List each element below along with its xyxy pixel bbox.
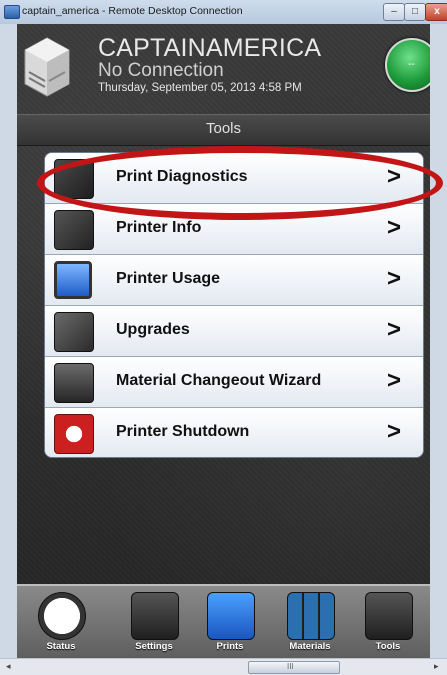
- menu-item-label: Material Changeout Wizard: [116, 372, 322, 389]
- section-title: Tools: [205, 120, 242, 137]
- printer-name: CAPTAINAMERICA: [98, 34, 322, 62]
- window-frame-right: [430, 24, 447, 658]
- menu-item-label: Upgrades: [116, 321, 190, 338]
- sliders-icon: [131, 592, 179, 640]
- minimize-button[interactable]: –: [383, 3, 405, 21]
- printer-logo-icon: [24, 37, 70, 97]
- monitor-icon: [54, 261, 92, 299]
- remote-desktop-icon: [4, 5, 20, 19]
- toolbar-label: Materials: [289, 641, 331, 652]
- date-time: Thursday, September 05, 2013 4:58 PM: [98, 82, 302, 94]
- toolbar-tools-button[interactable]: Tools: [357, 592, 419, 654]
- menu-item-printer-shutdown[interactable]: Printer Shutdown >: [45, 408, 423, 457]
- menu-item-material-changeout-wizard[interactable]: Material Changeout Wizard >: [45, 357, 423, 408]
- toolbar-label: Tools: [375, 641, 401, 652]
- close-button[interactable]: x: [425, 3, 447, 21]
- toolbar-materials-button[interactable]: Materials: [279, 592, 341, 654]
- app-header: CAPTAINAMERICA No Connection Thursday, S…: [17, 24, 430, 116]
- toolbar-label: Settings: [135, 641, 173, 652]
- maximize-button[interactable]: □: [404, 3, 426, 21]
- status-light-icon[interactable]: --: [385, 38, 430, 92]
- status-light-label: --: [408, 59, 415, 70]
- document-icon: [207, 592, 255, 640]
- section-header: Tools: [17, 114, 430, 146]
- chevron-right-icon: >: [386, 316, 401, 343]
- menu-item-label: Printer Shutdown: [116, 423, 250, 440]
- chevron-right-icon: >: [386, 214, 401, 241]
- bottom-toolbar: Status Settings Prints Materials Tools: [17, 584, 430, 658]
- window-frame-left: [0, 24, 17, 658]
- window-title: captain_america - Remote Desktop Connect…: [22, 5, 243, 17]
- toolbar-label: Prints: [216, 641, 244, 652]
- scrollbar-grip: III: [287, 662, 294, 671]
- material-cartridge-icon: [54, 363, 94, 403]
- menu-item-label: Printer Info: [116, 219, 202, 236]
- toolbar-prints-button[interactable]: Prints: [199, 592, 261, 654]
- horizontal-scrollbar[interactable]: ◂ III ▸: [0, 658, 447, 675]
- toolbar-label: Status: [46, 641, 76, 652]
- chevron-right-icon: >: [386, 367, 401, 394]
- menu-item-label: Printer Usage: [116, 270, 221, 287]
- menu-item-upgrades[interactable]: Upgrades >: [45, 306, 423, 357]
- annotation-ellipse: [37, 146, 443, 220]
- scrollbar-thumb[interactable]: III: [248, 661, 340, 674]
- cartridges-icon: [287, 592, 335, 640]
- tools-icon: [365, 592, 413, 640]
- menu-item-printer-usage[interactable]: Printer Usage >: [45, 255, 423, 306]
- toolbar-settings-button[interactable]: Settings: [123, 592, 185, 654]
- scroll-left-icon[interactable]: ◂: [6, 661, 11, 672]
- chevron-right-icon: >: [386, 265, 401, 292]
- connection-status: No Connection: [98, 60, 224, 81]
- toolbar-status-button[interactable]: Status: [30, 592, 92, 654]
- clock-icon: [38, 592, 86, 640]
- chevron-right-icon: >: [386, 418, 401, 445]
- printer-app: CAPTAINAMERICA No Connection Thursday, S…: [17, 24, 430, 658]
- power-icon: [54, 414, 94, 454]
- printer-info-icon: [54, 210, 94, 250]
- scroll-right-icon[interactable]: ▸: [434, 661, 439, 672]
- wrench-icon: [54, 312, 94, 352]
- window-titlebar: captain_america - Remote Desktop Connect…: [0, 0, 447, 25]
